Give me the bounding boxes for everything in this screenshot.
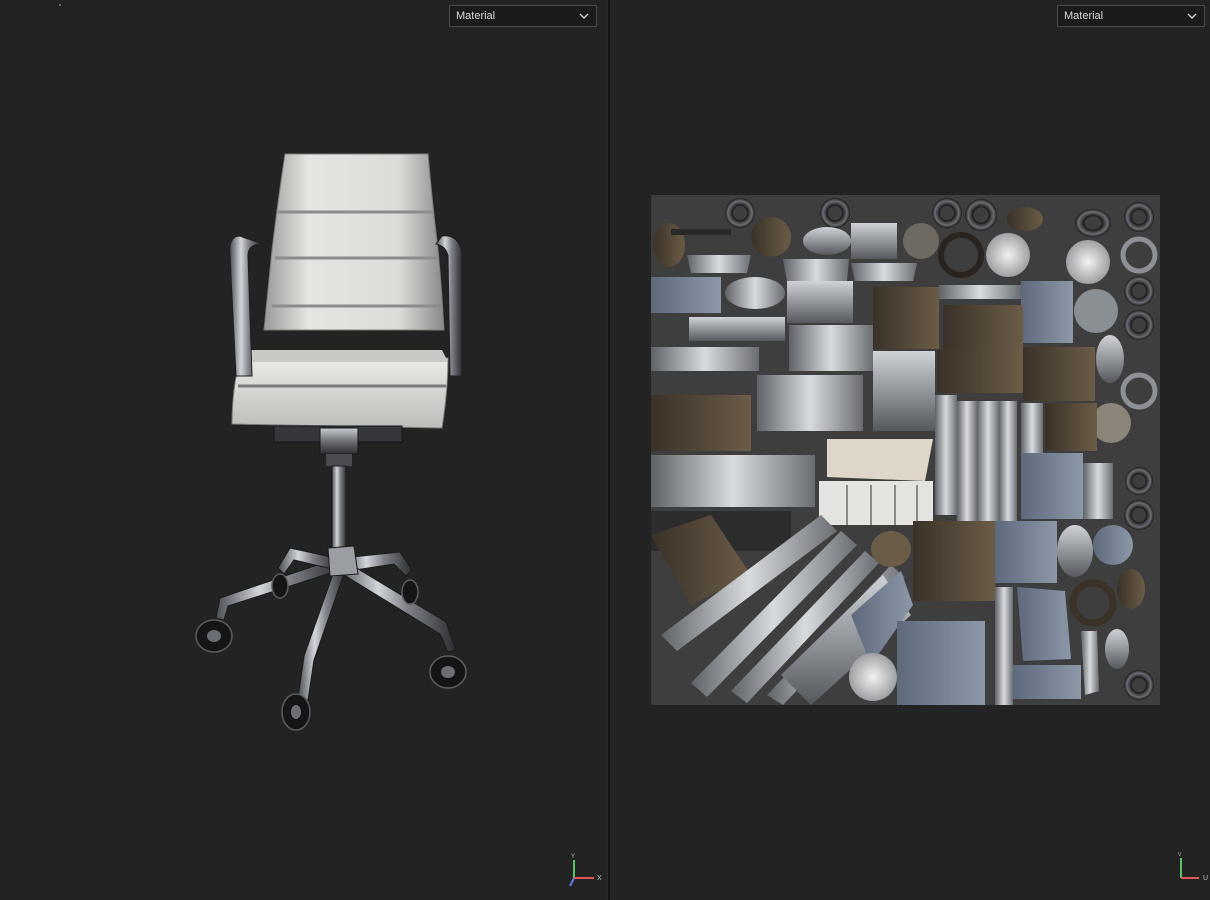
chevron-down-icon [1187,13,1197,19]
axis-label-y: Y [571,854,575,860]
axis-label-v: V [1178,852,1182,858]
viewport-marker [59,4,61,6]
uv-viewport[interactable]: Material V U [610,0,1210,900]
render-mode-select[interactable]: Material [1057,5,1205,27]
axis-label-x: X [597,875,602,882]
uv-islands [651,198,1158,705]
office-chair-model[interactable] [180,140,490,750]
render-mode-select[interactable]: Material [449,5,597,27]
model-viewport[interactable]: Material Y X [0,0,607,900]
axis-gizmo-icon: V U [1178,852,1208,882]
axis-gizmo-icon: Y X [569,854,602,887]
uv-texture-atlas[interactable] [651,195,1160,705]
chevron-down-icon [579,13,589,19]
render-mode-value: Material [1064,10,1104,22]
axis-label-u: U [1203,875,1208,882]
render-mode-value: Material [456,10,496,22]
